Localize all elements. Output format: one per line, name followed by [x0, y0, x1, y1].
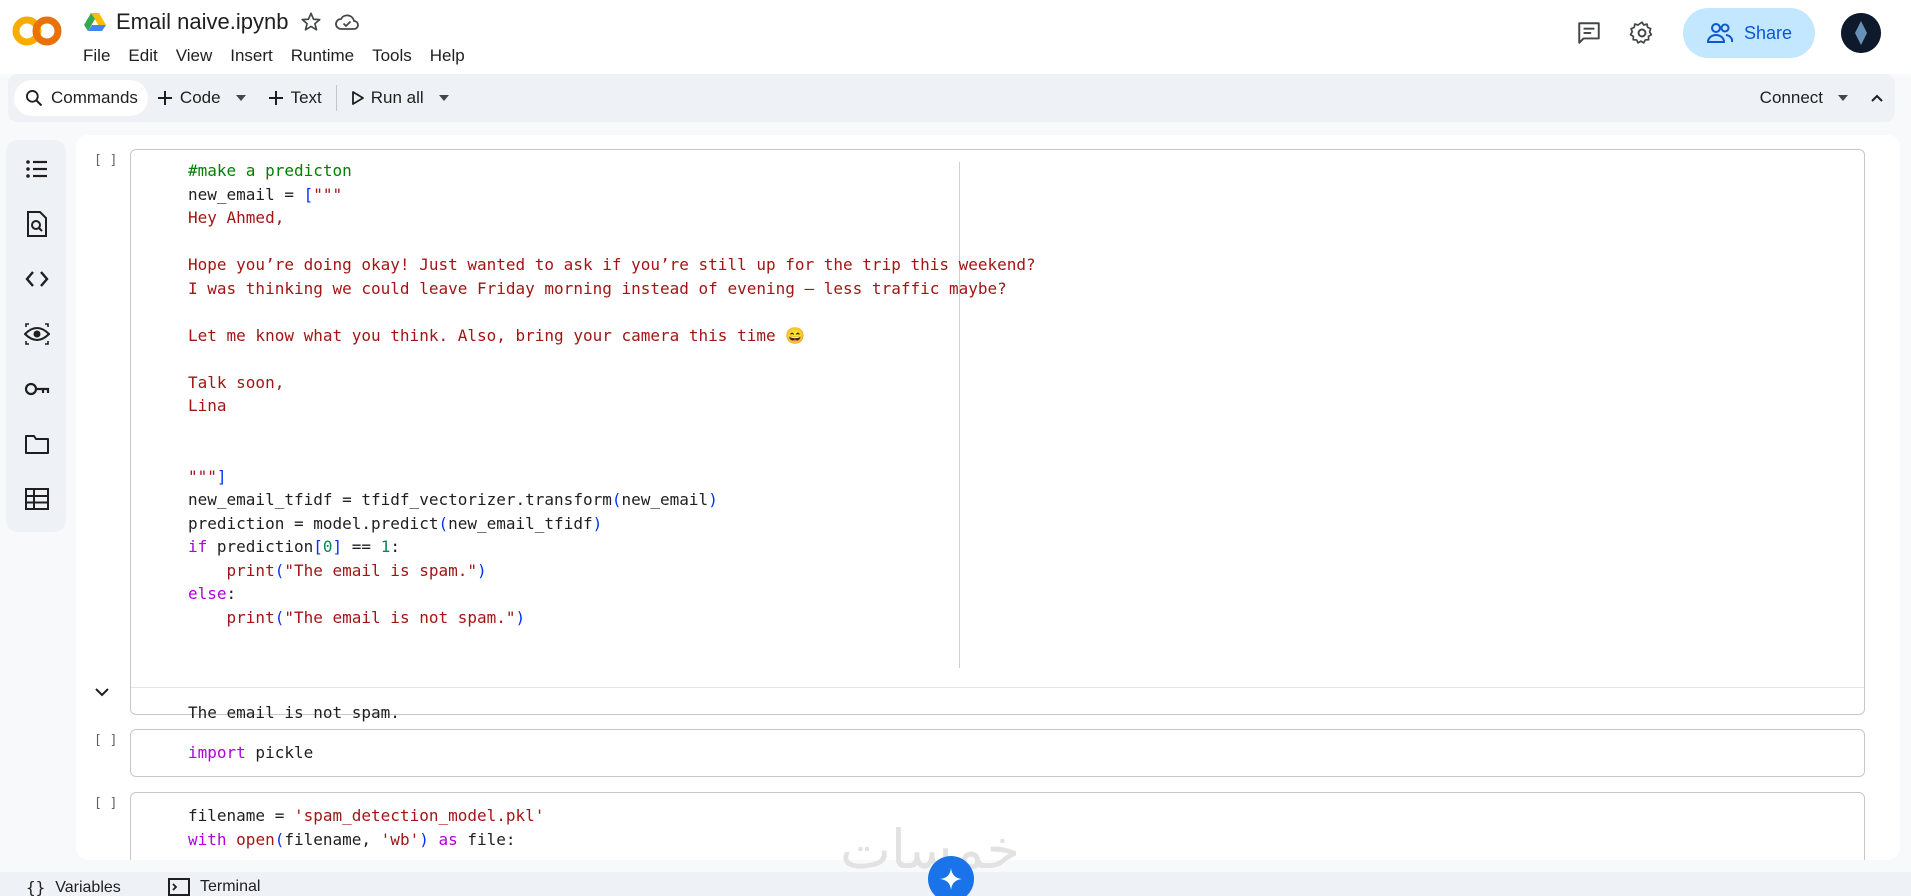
secrets-key-icon[interactable] — [24, 376, 50, 402]
play-icon — [351, 91, 364, 105]
cloud-saved-icon[interactable] — [334, 9, 360, 35]
notebook-area: [ ] #make a predicton new_email = [""" H… — [76, 135, 1900, 860]
output-separator — [131, 687, 1864, 688]
commands-button[interactable]: Commands — [14, 80, 148, 116]
sparkle-icon — [940, 868, 962, 890]
add-code-button[interactable]: Code — [148, 80, 229, 116]
code-editor[interactable]: #make a predicton new_email = [""" Hey A… — [188, 159, 1036, 629]
cell-run-button[interactable]: [ ] — [94, 733, 117, 748]
chevron-up-icon — [1871, 94, 1883, 102]
terminal-tab[interactable]: Terminal — [168, 878, 260, 896]
run-all-button[interactable]: Run all — [343, 80, 432, 116]
caret-down-icon — [235, 95, 246, 101]
star-icon[interactable] — [298, 9, 324, 35]
google-drive-icon — [84, 12, 106, 32]
menu-edit[interactable]: Edit — [119, 44, 166, 68]
table-of-contents-icon[interactable] — [24, 156, 50, 182]
run-all-dropdown-arrow[interactable] — [432, 80, 456, 116]
collapse-header-button[interactable] — [1865, 80, 1889, 116]
cell-output: The email is not spam. — [188, 703, 400, 722]
code-snippets-icon[interactable] — [24, 266, 50, 292]
curly-braces-icon: {} — [26, 878, 46, 896]
menu-file[interactable]: File — [74, 44, 119, 68]
settings-gear-icon[interactable] — [1622, 13, 1662, 53]
variables-label: Variables — [55, 878, 121, 896]
terminal-label: Terminal — [200, 878, 261, 895]
comments-icon[interactable] — [1569, 13, 1609, 53]
connect-button[interactable]: Connect — [1760, 88, 1831, 108]
code-cell[interactable]: #make a predicton new_email = [""" Hey A… — [130, 149, 1865, 722]
notebook-toolbar: Commands Code Text Run all Connect — [8, 74, 1895, 122]
menu-runtime[interactable]: Runtime — [282, 44, 363, 68]
cell-run-button[interactable]: [ ] — [94, 153, 117, 168]
notebook-title[interactable]: Email naive.ipynb — [116, 9, 288, 35]
share-button[interactable]: Share — [1683, 8, 1815, 58]
code-editor[interactable]: import pickle — [188, 741, 313, 765]
run-all-label: Run all — [370, 88, 424, 107]
toolbar-right: Connect — [1760, 80, 1889, 116]
data-table-icon[interactable] — [24, 486, 50, 512]
toolbar-left: Commands Code Text Run all — [14, 80, 456, 116]
search-icon — [26, 90, 43, 107]
toolbar-divider — [335, 85, 337, 111]
collapse-output-chevron-icon[interactable] — [94, 684, 110, 702]
code-editor[interactable]: filename = 'spam_detection_model.pkl' wi… — [188, 804, 544, 851]
app-header: Email naive.ipynb File Edit View Insert … — [0, 0, 1911, 74]
code-dropdown-arrow[interactable] — [229, 80, 253, 116]
user-avatar[interactable] — [1841, 13, 1881, 53]
menu-insert[interactable]: Insert — [221, 44, 282, 68]
plus-icon — [268, 91, 283, 105]
caret-down-icon — [438, 95, 449, 101]
code-label: Code — [179, 88, 221, 107]
menu-help[interactable]: Help — [421, 44, 474, 68]
text-label: Text — [290, 88, 322, 107]
terminal-icon — [168, 878, 190, 896]
commands-label: Commands — [51, 88, 138, 107]
variables-tab[interactable]: {} Variables — [26, 878, 121, 896]
gemini-sparkle-button[interactable] — [928, 856, 974, 896]
menu-tools[interactable]: Tools — [363, 44, 421, 68]
left-side-rail — [6, 140, 66, 532]
variables-inspector-eye-icon[interactable] — [24, 321, 50, 347]
files-folder-icon[interactable] — [24, 431, 50, 457]
share-label: Share — [1743, 22, 1793, 43]
connect-dropdown-arrow[interactable] — [1831, 80, 1855, 116]
caret-down-icon — [1838, 95, 1848, 101]
people-icon — [1706, 23, 1734, 43]
add-text-button[interactable]: Text — [259, 80, 330, 116]
menu-bar: File Edit View Insert Runtime Tools Help — [74, 44, 474, 68]
header-actions: Share — [1569, 7, 1911, 59]
colab-logo[interactable] — [11, 14, 63, 48]
title-row: Email naive.ipynb — [84, 9, 360, 35]
cell-run-button[interactable]: [ ] — [94, 796, 117, 811]
find-replace-icon[interactable] — [24, 211, 50, 237]
menu-view[interactable]: View — [167, 44, 222, 68]
code-cell[interactable]: import pickle — [130, 729, 1865, 777]
plus-icon — [157, 91, 172, 105]
